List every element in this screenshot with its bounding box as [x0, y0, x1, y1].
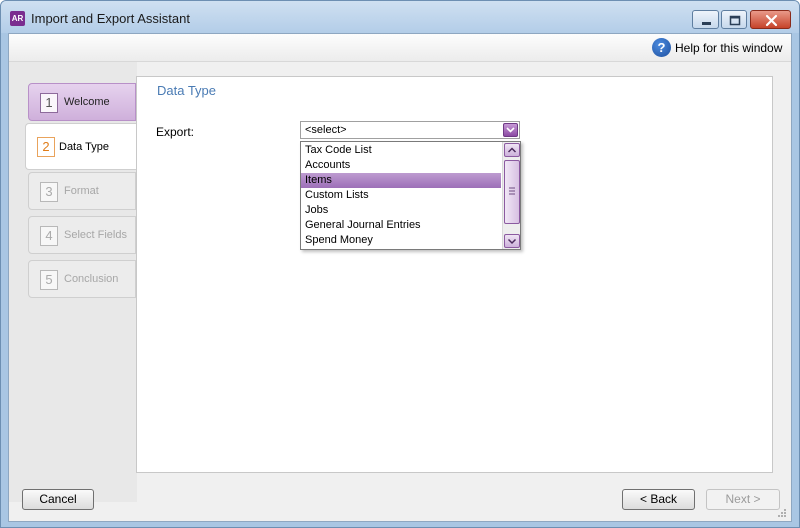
chevron-down-icon	[506, 127, 515, 133]
next-button: Next >	[706, 489, 780, 510]
step-data-type[interactable]: 2 Data Type	[25, 123, 137, 170]
option-custom-lists[interactable]: Custom Lists	[301, 188, 501, 203]
maximize-button[interactable]	[721, 10, 747, 29]
resize-grip-icon[interactable]	[777, 508, 787, 518]
grip-icon	[509, 187, 515, 195]
step-label: Conclusion	[64, 273, 119, 285]
scroll-up-button[interactable]	[504, 143, 520, 157]
step-number: 5	[40, 270, 58, 290]
step-label: Format	[64, 185, 99, 197]
close-icon	[765, 14, 778, 27]
option-jobs[interactable]: Jobs	[301, 203, 501, 218]
scroll-thumb[interactable]	[504, 160, 520, 224]
chevron-down-icon	[507, 238, 517, 245]
option-spend-money[interactable]: Spend Money	[301, 233, 501, 248]
content-panel: Data Type Export: <select> Tax Code List…	[136, 76, 773, 473]
export-dropdown-list: Tax Code List Accounts Items Custom List…	[300, 141, 521, 250]
scroll-down-button[interactable]	[504, 234, 520, 248]
step-label: Welcome	[64, 96, 110, 108]
minimize-icon	[702, 22, 711, 25]
back-button[interactable]: < Back	[622, 489, 695, 510]
step-label: Data Type	[59, 141, 109, 153]
step-number: 4	[40, 226, 58, 246]
dropdown-scrollbar[interactable]	[502, 142, 520, 249]
title-bar: AR Import and Export Assistant	[1, 1, 799, 33]
client-area: ? Help for this window 1 Welcome 2 Data …	[8, 33, 792, 522]
help-icon[interactable]: ?	[652, 38, 671, 57]
dropdown-button[interactable]	[503, 123, 518, 137]
step-welcome[interactable]: 1 Welcome	[28, 83, 136, 121]
option-general-journal-entries[interactable]: General Journal Entries	[301, 218, 501, 233]
cancel-button[interactable]: Cancel	[22, 489, 94, 510]
resize-grip-icon-graphic	[778, 509, 786, 517]
close-button[interactable]	[750, 10, 791, 29]
step-format: 3 Format	[28, 172, 136, 210]
chevron-up-icon	[507, 147, 517, 153]
option-items[interactable]: Items	[301, 173, 501, 188]
app-icon: AR	[10, 11, 25, 26]
minimize-button[interactable]	[692, 10, 719, 29]
export-select-value: <select>	[305, 124, 347, 136]
step-conclusion: 5 Conclusion	[28, 260, 136, 298]
option-tax-code-list[interactable]: Tax Code List	[301, 143, 501, 158]
help-bar: ? Help for this window	[9, 34, 791, 62]
step-number: 2	[37, 137, 55, 157]
export-label: Export:	[156, 125, 195, 139]
step-number: 1	[40, 93, 58, 113]
step-select-fields: 4 Select Fields	[28, 216, 136, 254]
option-accounts[interactable]: Accounts	[301, 158, 501, 173]
step-number: 3	[40, 182, 58, 202]
page-title: Data Type	[157, 83, 217, 98]
step-label: Select Fields	[64, 229, 127, 241]
steps-sidebar: 1 Welcome 2 Data Type 3 Format 4 Select …	[9, 62, 137, 502]
main-window: AR Import and Export Assistant ? Help fo…	[0, 0, 800, 528]
window-title: Import and Export Assistant	[31, 11, 190, 26]
help-link[interactable]: Help for this window	[675, 41, 782, 55]
maximize-icon	[729, 15, 741, 26]
export-select[interactable]: <select>	[300, 121, 520, 139]
